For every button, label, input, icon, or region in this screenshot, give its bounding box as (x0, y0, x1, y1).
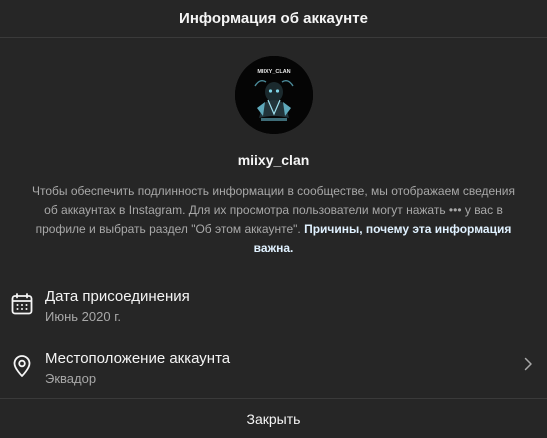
date-joined-row: Дата присоединения Июнь 2020 г. (0, 280, 547, 342)
clan-logo-avatar: MIIXY_CLAN (234, 56, 313, 134)
avatar[interactable]: MIIXY_CLAN (234, 56, 313, 134)
account-location-label: Местоположение аккаунта (45, 350, 231, 367)
dialog-title: Информация об аккаунте (179, 10, 368, 27)
account-location-value: Эквадор (45, 371, 97, 386)
date-joined-value: Июнь 2020 г. (45, 309, 121, 324)
calendar-icon (11, 293, 33, 315)
account-details: Дата присоединения Июнь 2020 г. Местопол… (0, 280, 547, 404)
avatar-logo-text: MIIXY_CLAN (257, 69, 290, 75)
profile-section: MIIXY_CLAN miixy_clan Чтобы обеспечить п… (0, 38, 547, 258)
date-joined-text: Дата присоединения Июнь 2020 г. (45, 287, 190, 326)
account-location-row[interactable]: Местоположение аккаунта Эквадор (0, 342, 547, 404)
info-description: Чтобы обеспечить подлинность информации … (29, 182, 519, 258)
dialog-header: Информация об аккаунте (0, 0, 547, 38)
location-pin-icon (13, 355, 31, 377)
account-info-dialog: Информация об аккаунте MIIXY_CLAN miixy_… (0, 0, 547, 438)
username: miixy_clan (237, 152, 310, 168)
account-location-text: Местоположение аккаунта Эквадор (45, 349, 230, 388)
chevron-right-icon[interactable] (521, 357, 535, 371)
close-button[interactable]: Закрыть (0, 398, 547, 438)
date-joined-label: Дата присоединения (45, 288, 190, 305)
